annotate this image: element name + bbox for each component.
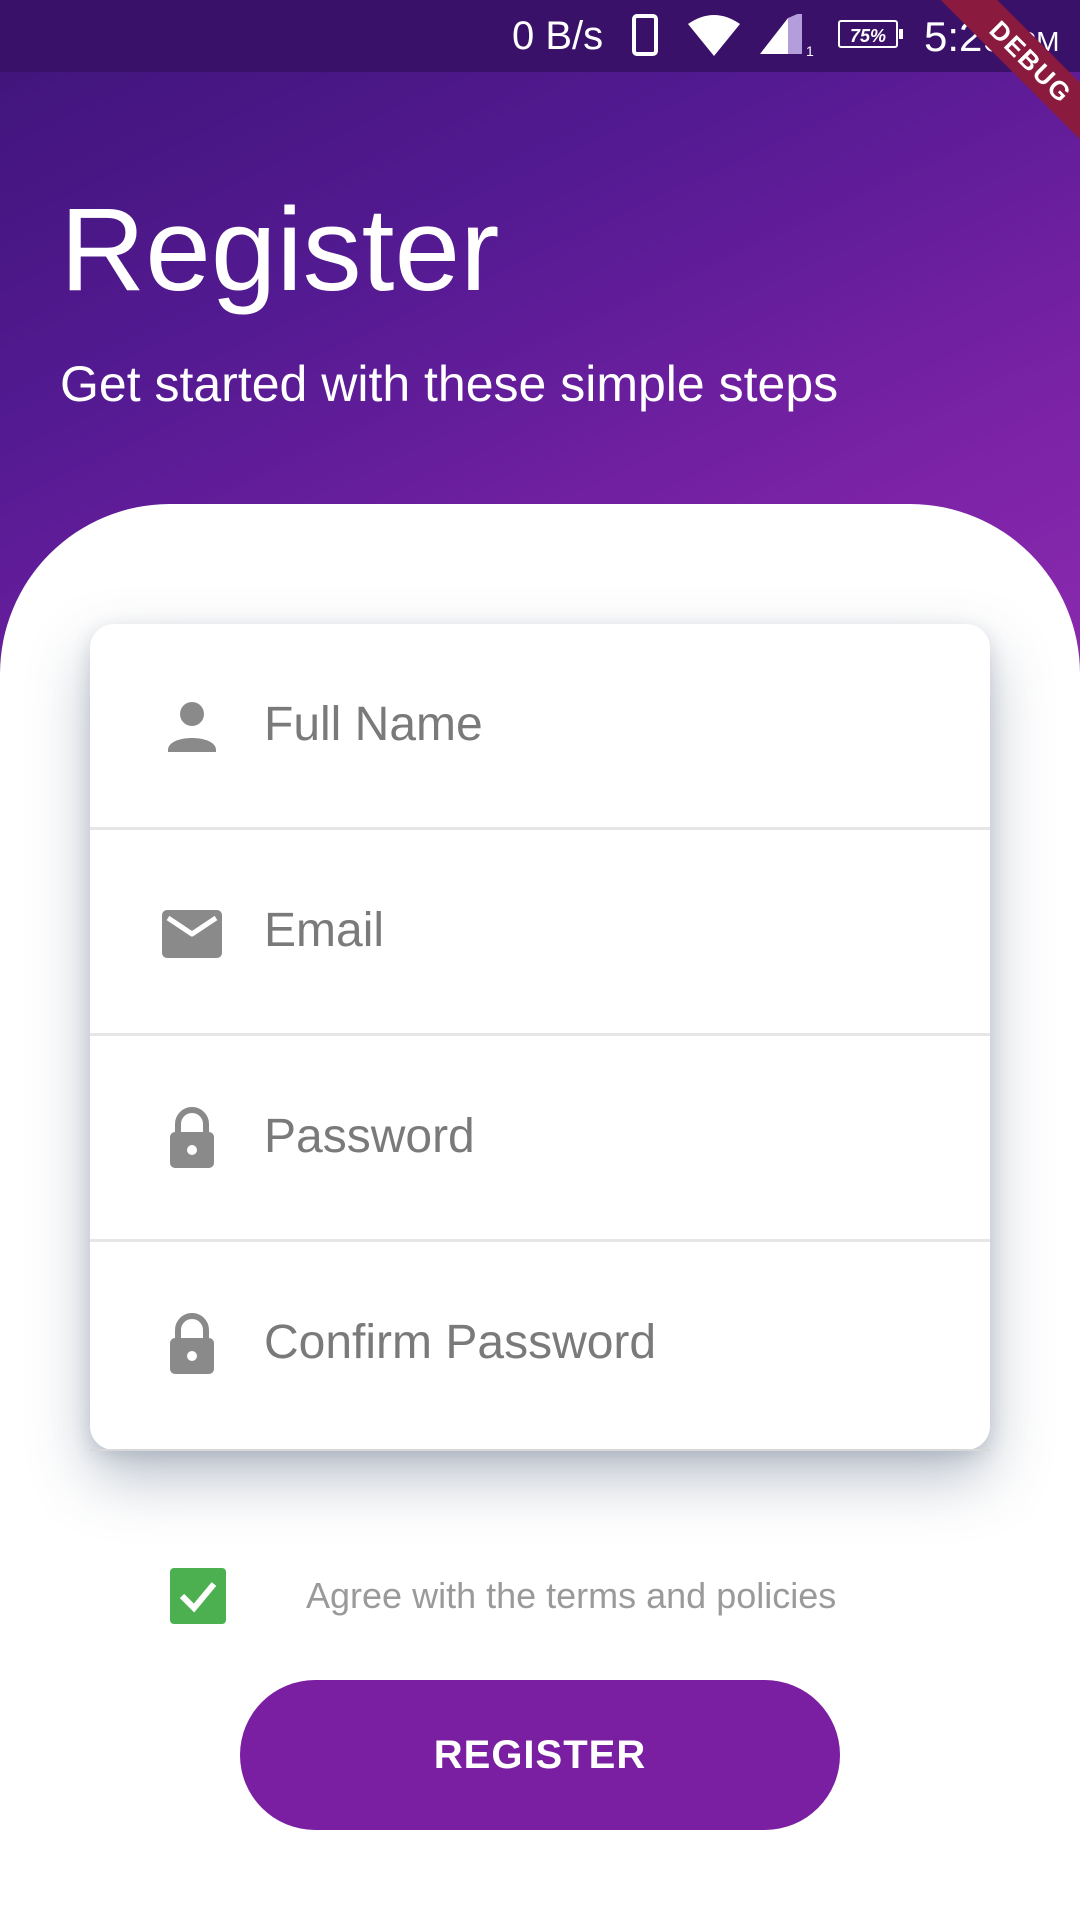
- lock-icon: [160, 1106, 224, 1170]
- phone-icon: [632, 14, 658, 56]
- terms-checkbox[interactable]: [170, 1568, 226, 1624]
- email-field: [90, 830, 990, 1036]
- email-icon: [160, 900, 224, 964]
- password-field: [90, 1036, 990, 1242]
- confirm-password-input[interactable]: [264, 1302, 944, 1382]
- register-button[interactable]: REGISTER: [240, 1680, 840, 1830]
- lock-icon: [160, 1312, 224, 1376]
- status-bar: 0 B/s 1 75% 5:29 PM: [0, 0, 1080, 72]
- page-subtitle: Get started with these simple steps: [60, 356, 839, 412]
- network-speed: 0 B/s: [512, 14, 604, 58]
- sim-indicator: 1: [806, 43, 814, 58]
- registration-form-card: [90, 624, 990, 1450]
- terms-label: Agree with the terms and policies: [306, 1575, 837, 1616]
- wifi-icon: [686, 14, 742, 58]
- person-icon: [160, 694, 224, 758]
- register-screen: 0 B/s 1 75% 5:29 PM DEBUG Register Get s…: [0, 0, 1080, 1920]
- form-divider: [90, 1449, 990, 1451]
- email-input[interactable]: [264, 890, 944, 970]
- full-name-field: [90, 624, 990, 830]
- battery-icon: 75%: [838, 20, 903, 48]
- page-title: Register: [60, 184, 500, 316]
- signal-icon: 1: [758, 12, 818, 59]
- confirm-password-field: [90, 1242, 990, 1448]
- checkmark-icon: [179, 1582, 217, 1613]
- password-input[interactable]: [264, 1096, 944, 1176]
- full-name-input[interactable]: [264, 684, 944, 764]
